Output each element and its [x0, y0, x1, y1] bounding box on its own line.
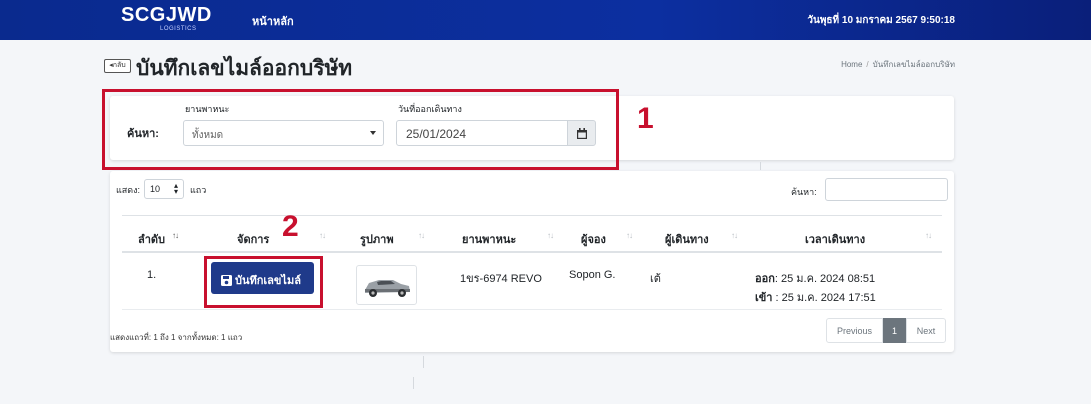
vehicle-image[interactable] — [356, 265, 417, 305]
sort-icon[interactable]: ↑↓ — [547, 231, 554, 240]
table-header: ลำดับ ↑↓ จัดการ ↑↓ รูปภาพ ↑↓ ยานพาหนะ ↑↓… — [122, 215, 942, 253]
divider — [413, 377, 414, 389]
departure-label: ออก — [755, 273, 775, 285]
cell-vehicle: 1ขร-6974 REVO — [460, 273, 542, 285]
row-divider — [122, 309, 942, 310]
updown-icon: ▴ ▾ — [173, 181, 178, 196]
breadcrumb-home[interactable]: Home — [841, 60, 862, 69]
cell-departure: ออก: 25 ม.ค. 2024 08:51 — [755, 269, 875, 287]
divider — [760, 162, 761, 170]
annotation-marker-2: 2 — [282, 210, 299, 243]
pagination-page-1[interactable]: 1 — [883, 318, 906, 343]
divider — [423, 356, 424, 368]
page-length-suffix: แถว — [190, 185, 207, 195]
cell-no: 1. — [147, 269, 157, 281]
highlight-box-save-button — [204, 256, 323, 308]
current-datetime: วันพุธที่ 10 มกราคม 2567 9:50:18 — [807, 15, 955, 26]
page-length-label: แสดง: — [116, 185, 141, 195]
cell-booker: Sopon G. — [569, 269, 616, 281]
page-title: บันทึกเลขไมล์ออกบริษัท — [136, 57, 353, 80]
back-button[interactable]: ◂กลับ — [104, 59, 131, 73]
departure-time: : 25 ม.ค. 2024 08:51 — [774, 273, 876, 285]
return-label: เข้า — [755, 292, 773, 304]
sort-asc-icon[interactable]: ↑↓ — [172, 231, 179, 240]
col-header-vehicle[interactable]: ยานพาหนะ — [462, 230, 516, 248]
page-length-select[interactable]: 10 ▴ ▾ — [144, 179, 184, 199]
breadcrumb: Home / บันทึกเลขไมล์ออกบริษัท — [841, 58, 955, 71]
col-header-booker[interactable]: ผู้จอง — [581, 230, 606, 248]
nav-home-link[interactable]: หน้าหลัก — [252, 12, 294, 30]
breadcrumb-current: บันทึกเลขไมล์ออกบริษัท — [872, 60, 955, 69]
col-header-image[interactable]: รูปภาพ — [360, 230, 394, 248]
table-filter-input[interactable] — [825, 178, 948, 201]
col-header-no[interactable]: ลำดับ — [138, 230, 165, 248]
sort-icon[interactable]: ↑↓ — [925, 231, 932, 240]
sort-icon[interactable]: ↑↓ — [418, 231, 425, 240]
brand-logo-subtitle: LOGISTICS — [160, 26, 197, 32]
breadcrumb-separator: / — [866, 60, 869, 69]
sort-icon[interactable]: ↑↓ — [731, 231, 738, 240]
page-length-value: 10 — [150, 184, 161, 194]
cell-traveler: เต้ — [650, 273, 661, 285]
cell-return: เข้า : 25 ม.ค. 2024 17:51 — [755, 288, 876, 306]
table-info: แสดงแถวที่: 1 ถึง 1 จากทั้งหมด: 1 แถว — [110, 333, 243, 342]
sort-icon[interactable]: ↑↓ — [626, 231, 633, 240]
annotation-marker-1: 1 — [637, 102, 654, 135]
brand-logo[interactable]: SCGJWD — [121, 4, 212, 27]
col-header-travel-time[interactable]: เวลาเดินทาง — [805, 230, 865, 248]
return-time: : 25 ม.ค. 2024 17:51 — [772, 292, 876, 304]
car-icon — [365, 280, 410, 297]
col-header-traveler[interactable]: ผู้เดินทาง — [665, 230, 709, 248]
pagination-next[interactable]: Next — [906, 318, 946, 343]
col-header-action[interactable]: จัดการ — [237, 230, 269, 248]
table-filter-label: ค้นหา: — [791, 187, 817, 197]
pagination-previous[interactable]: Previous — [826, 318, 883, 343]
sort-icon[interactable]: ↑↓ — [319, 231, 326, 240]
highlight-box-search — [102, 89, 619, 170]
top-navbar: SCGJWD LOGISTICS หน้าหลัก วันพุธที่ 10 ม… — [0, 0, 1091, 40]
